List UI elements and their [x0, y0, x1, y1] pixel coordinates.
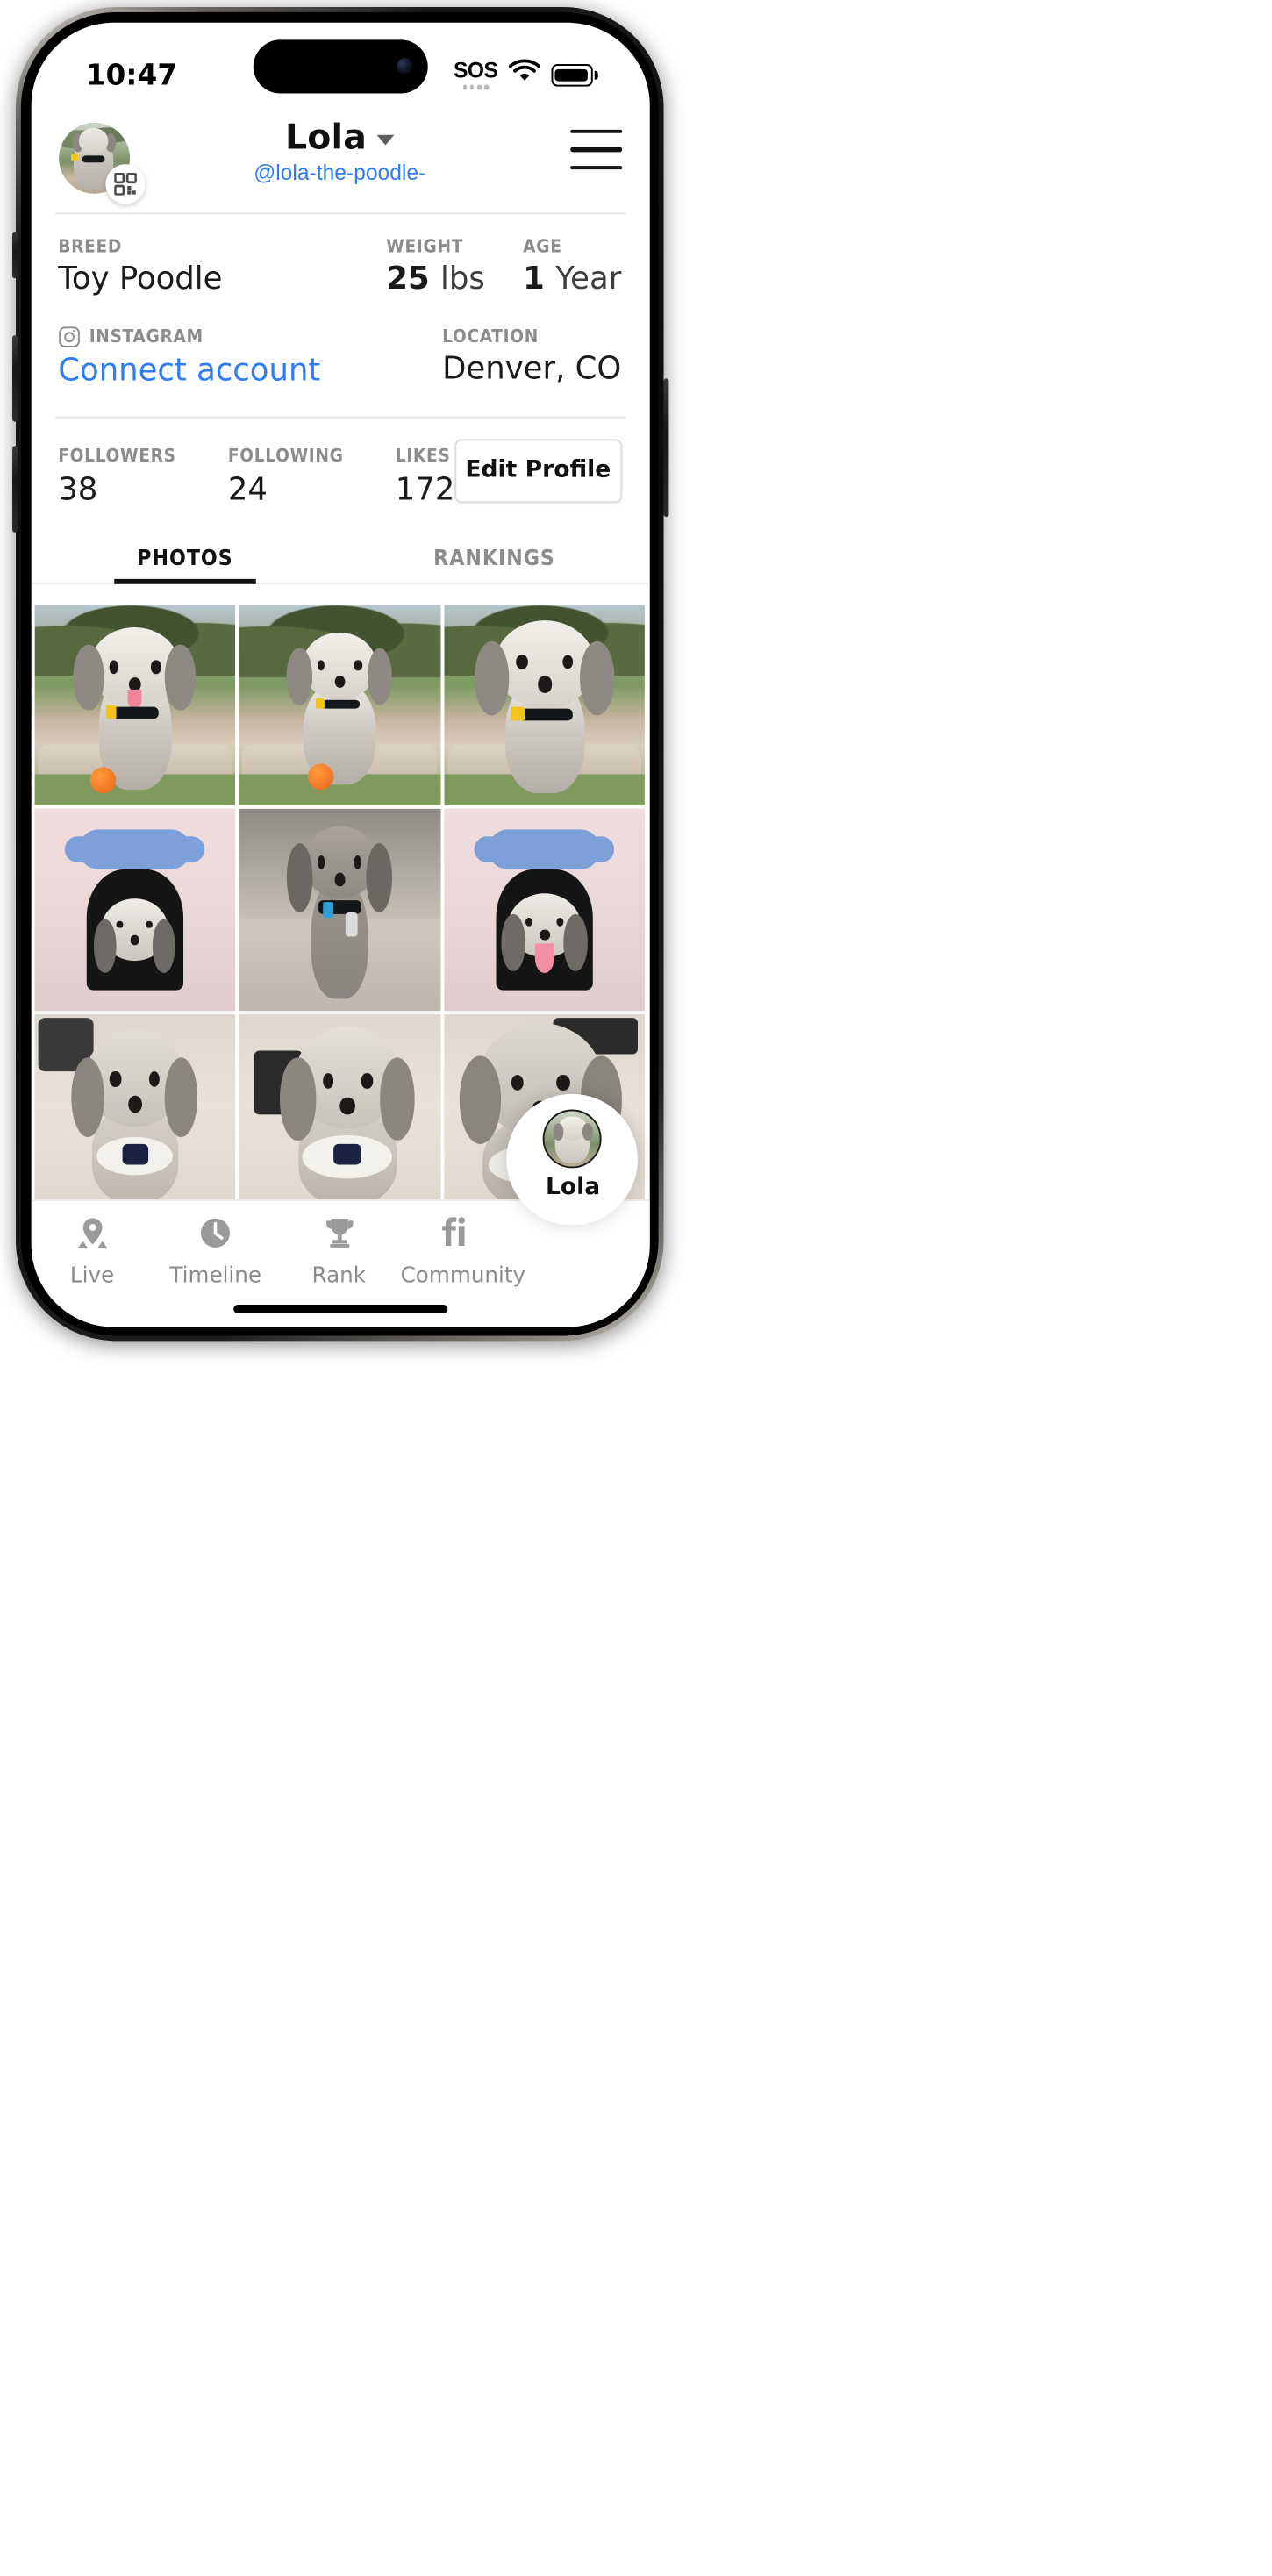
front-camera-icon [396, 58, 411, 74]
chevron-down-icon [376, 133, 395, 145]
phone-shell: 10:47 SOS Lola @lola-the-poodle- BREED T… [11, 7, 668, 1342]
nav-item-timeline[interactable]: Timeline [154, 1214, 277, 1287]
photo-dog-house-tongue[interactable] [444, 809, 646, 1011]
location-field: LOCATION Denver, CO [442, 326, 621, 386]
pet-info-section: BREED Toy Poodle WEIGHT 25 lbs AGE 1 Yea… [31, 213, 649, 388]
weight-unit: lbs [440, 260, 485, 297]
photo-studio-lace-collar[interactable] [239, 1013, 441, 1216]
stats-section: FOLLOWERS 38 FOLLOWING 24 LIKES 172 Edit… [31, 418, 649, 507]
age-unit: Year [555, 260, 622, 297]
followers-stat[interactable]: FOLLOWERS 38 [58, 445, 176, 507]
likes-value: 172 [395, 470, 455, 508]
nav-label-community: Community [400, 1260, 526, 1287]
home-indicator[interactable] [232, 1304, 447, 1313]
silent-switch[interactable] [11, 232, 17, 279]
photo-park-closeup[interactable] [444, 604, 646, 806]
photo-dog-house-bone[interactable] [33, 809, 236, 1011]
age-field: AGE 1 Year [523, 236, 621, 297]
photo-park-standing[interactable] [239, 604, 441, 806]
tab-rankings[interactable]: RANKINGS [339, 530, 649, 582]
dynamic-island [252, 39, 427, 93]
volume-up-button[interactable] [11, 335, 17, 422]
profile-nav-bubble[interactable]: Lola [507, 1092, 639, 1225]
weight-age-group: WEIGHT 25 lbs AGE 1 Year [386, 236, 621, 297]
breed-value: Toy Poodle [58, 260, 223, 297]
phone-mockup: 10:47 SOS Lola @lola-the-poodle- BREED T… [11, 7, 1272, 2576]
likes-stat[interactable]: LIKES 172 [396, 445, 455, 507]
weight-label: WEIGHT [386, 235, 464, 257]
profile-avatar-icon [543, 1108, 603, 1168]
connect-account-link[interactable]: Connect account [58, 352, 320, 388]
edit-profile-button[interactable]: Edit Profile [454, 438, 622, 503]
sos-indicator: SOS [454, 58, 498, 90]
age-value: 1 Year [523, 261, 621, 297]
age-label: AGE [523, 235, 562, 257]
weight-field: WEIGHT 25 lbs [386, 236, 485, 297]
clock-icon [197, 1214, 233, 1252]
trophy-icon [321, 1214, 357, 1252]
following-value: 24 [227, 470, 268, 508]
instagram-location-row: INSTAGRAM Connect account LOCATION Denve… [58, 297, 621, 388]
fi-logo-icon [440, 1214, 485, 1252]
breed-weight-age-row: BREED Toy Poodle WEIGHT 25 lbs AGE 1 Yea… [58, 213, 621, 297]
instagram-label-group: INSTAGRAM [58, 326, 320, 347]
phone-screen: 10:47 SOS Lola @lola-the-poodle- BREED T… [30, 21, 649, 1327]
breed-field: BREED Toy Poodle [58, 236, 222, 297]
tab-photos[interactable]: PHOTOS [31, 530, 340, 583]
location-value: Denver, CO [442, 349, 622, 387]
location-pin-map-icon [74, 1214, 110, 1252]
profile-header: Lola @lola-the-poodle- [31, 104, 649, 204]
likes-label: LIKES [395, 445, 451, 466]
status-bar: 10:47 SOS [31, 22, 649, 105]
following-label: FOLLOWING [227, 445, 344, 466]
sos-label: SOS [454, 58, 498, 83]
qr-code-icon[interactable] [104, 163, 145, 204]
signal-dots-icon [462, 85, 490, 90]
nav-label-rank: Rank [311, 1260, 367, 1287]
power-button[interactable] [662, 378, 668, 517]
wifi-icon [508, 59, 540, 91]
nav-item-rank[interactable]: Rank [277, 1214, 401, 1287]
profile-tabs: PHOTOS RANKINGS [30, 530, 649, 583]
screenshot-root: 10:47 SOS Lola @lola-the-poodle- BREED T… [0, 0, 1272, 2576]
photo-studio-bowtie[interactable] [33, 1013, 236, 1216]
following-stat[interactable]: FOLLOWING 24 [228, 445, 344, 507]
weight-number: 25 [386, 260, 430, 297]
battery-full-icon [551, 64, 597, 87]
photo-park-tongue-out[interactable] [33, 604, 236, 806]
status-time: 10:47 [85, 59, 178, 92]
instagram-icon [58, 326, 79, 347]
nav-label-profile: Lola [545, 1172, 601, 1200]
stats-group: FOLLOWERS 38 FOLLOWING 24 LIKES 172 [58, 441, 454, 507]
weight-value: 25 lbs [386, 261, 485, 297]
instagram-field: INSTAGRAM Connect account [58, 326, 320, 388]
page-title: Lola [284, 115, 368, 157]
volume-down-button[interactable] [11, 446, 17, 533]
age-number: 1 [523, 260, 545, 297]
hamburger-menu-icon[interactable] [569, 128, 622, 171]
breed-label: BREED [58, 235, 123, 257]
nav-item-live[interactable]: Live [31, 1214, 154, 1287]
location-label: LOCATION [442, 326, 540, 347]
nav-label-live: Live [69, 1260, 115, 1287]
pet-name-selector[interactable]: Lola [285, 115, 395, 156]
photo-office-sitting[interactable] [239, 809, 441, 1011]
followers-label: FOLLOWERS [58, 445, 176, 466]
instagram-label: INSTAGRAM [89, 326, 204, 347]
followers-value: 38 [58, 470, 98, 508]
nav-label-timeline: Timeline [169, 1260, 262, 1287]
avatar[interactable] [58, 121, 145, 204]
nav-item-community[interactable]: Community [400, 1214, 526, 1287]
status-indicators: SOS [454, 59, 597, 91]
